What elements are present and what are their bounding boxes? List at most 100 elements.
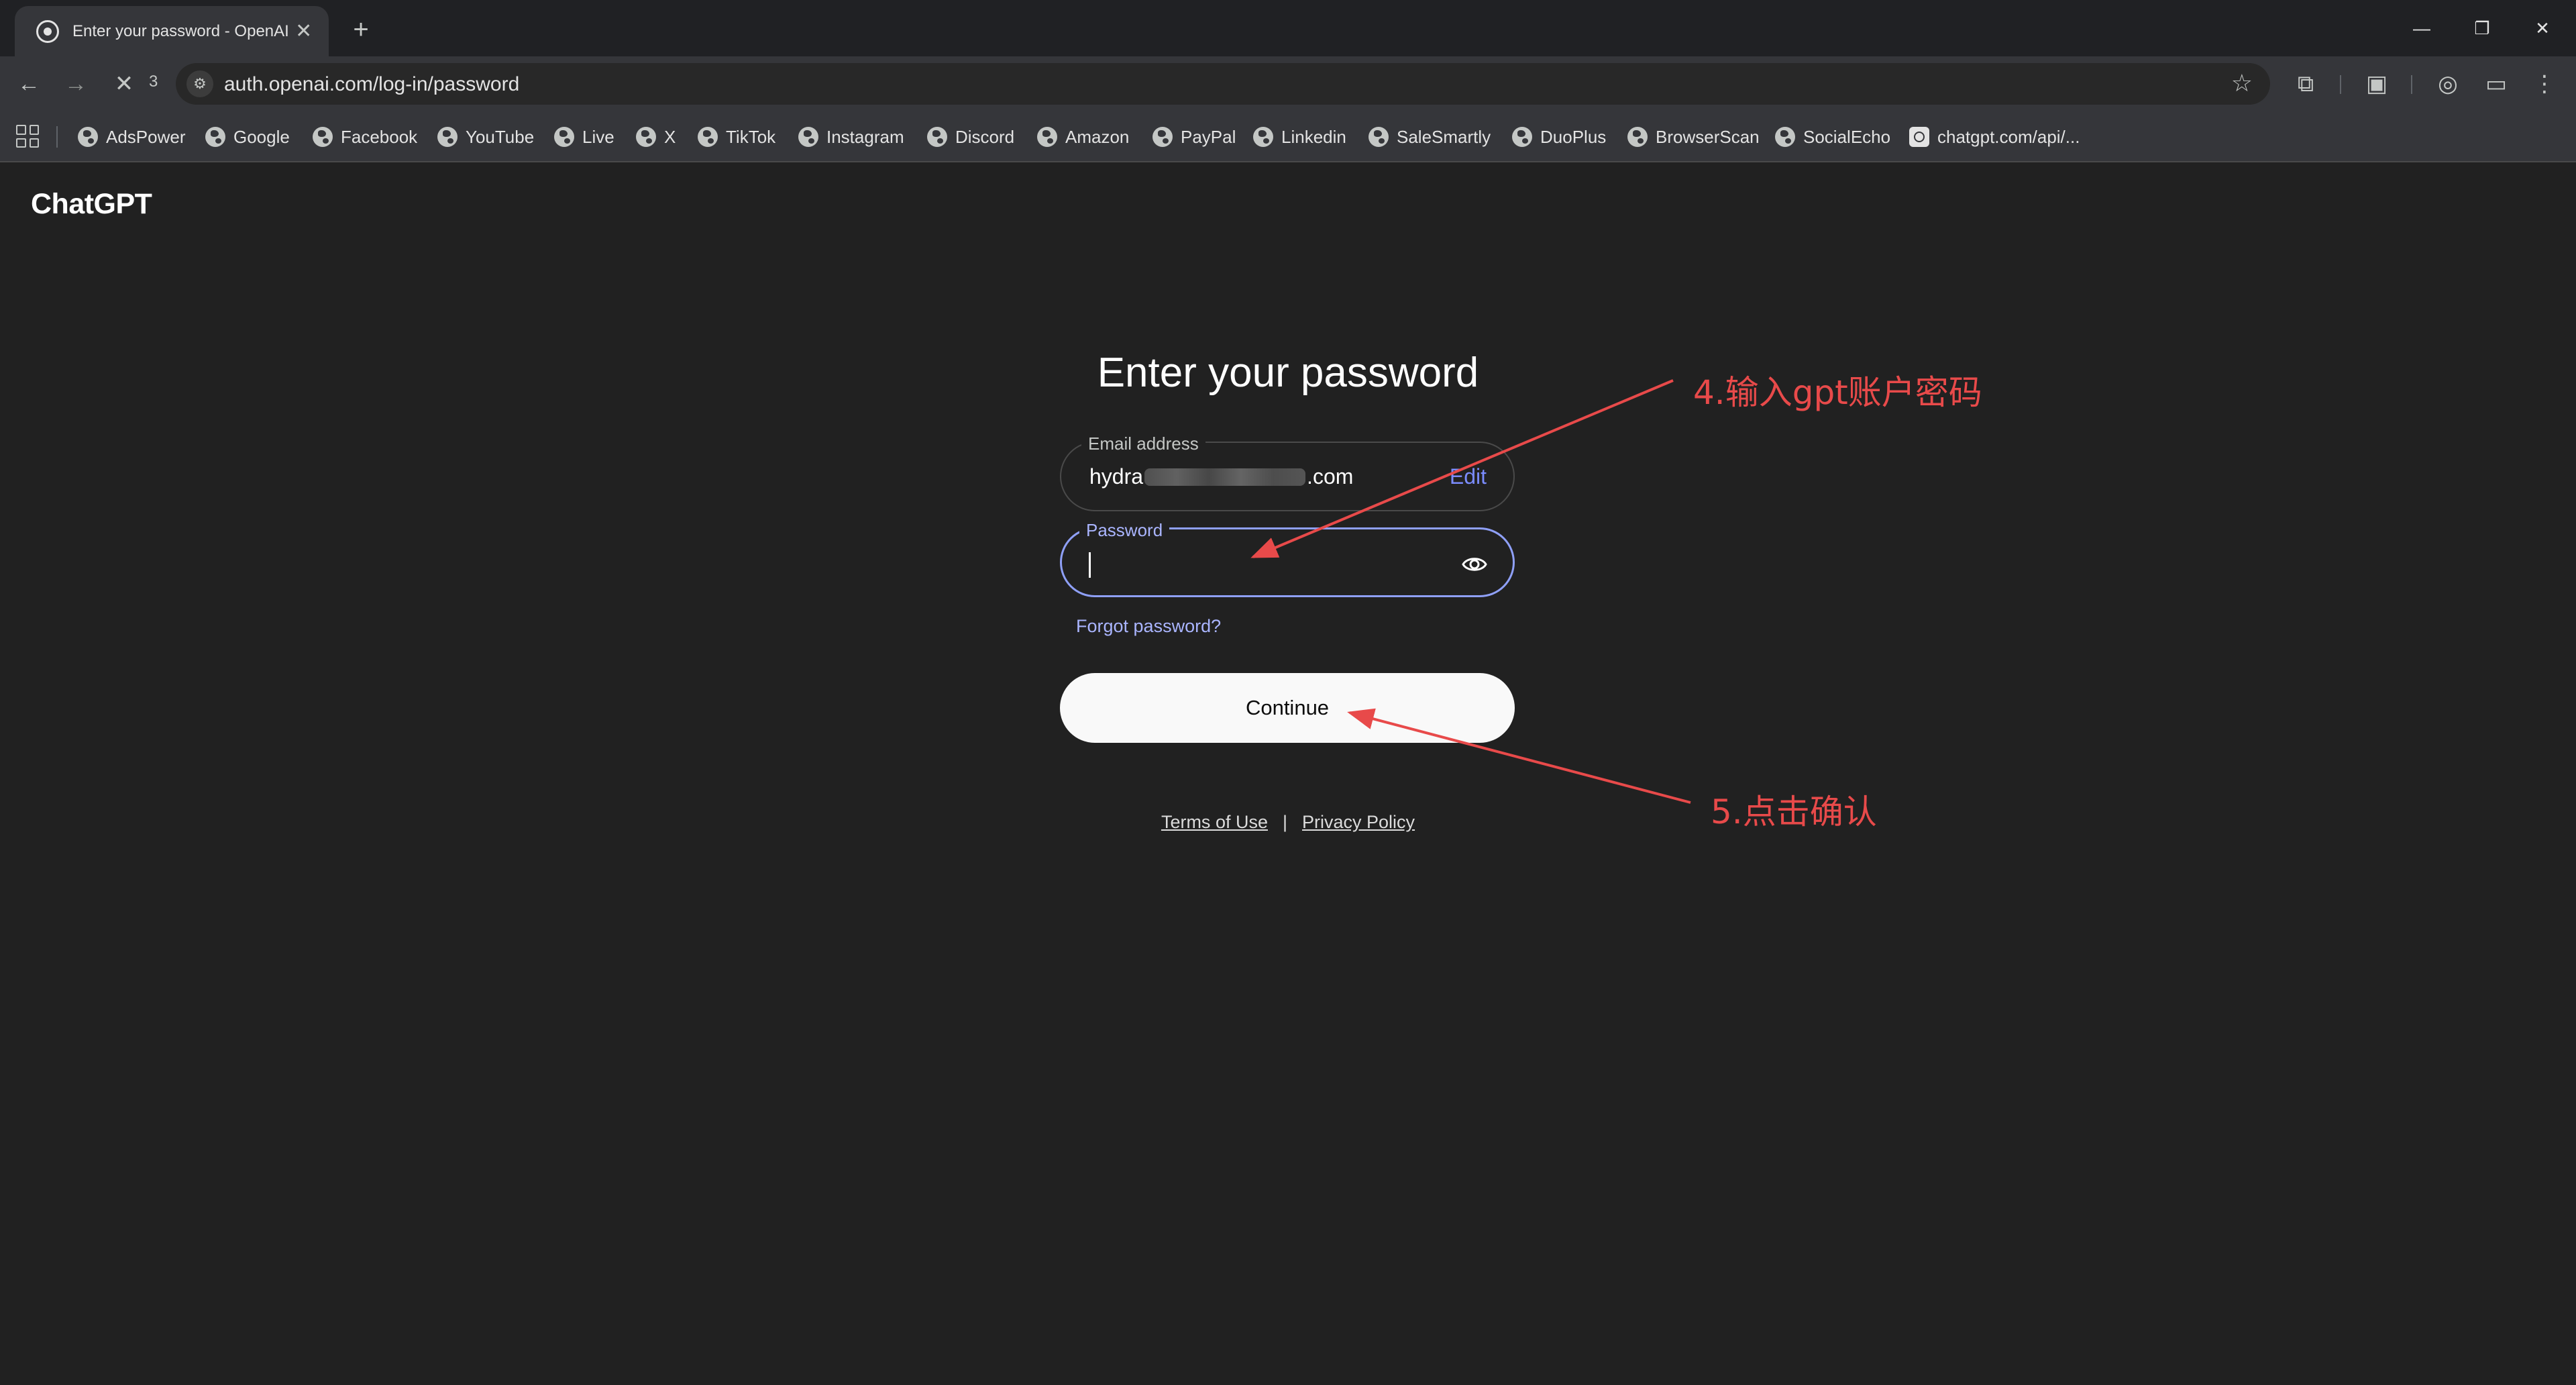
bookmark-label: DuoPlus bbox=[1540, 126, 1607, 147]
bookmark-x[interactable]: X bbox=[636, 121, 676, 153]
page-title: Enter your password bbox=[0, 349, 2576, 397]
bookmark-label: Google bbox=[233, 126, 290, 147]
extensions-icon[interactable]: ⧉ bbox=[2288, 66, 2324, 102]
bookmark-label: SocialEcho bbox=[1803, 126, 1891, 147]
chatgpt-favicon-icon bbox=[1909, 127, 1929, 147]
email-suffix: .com bbox=[1307, 464, 1354, 489]
bookmark-label: AdsPower bbox=[106, 126, 186, 147]
new-tab-icon[interactable]: + bbox=[342, 11, 380, 48]
page-title-text: Enter your password bbox=[1097, 350, 1479, 396]
footer-links: Terms of Use | Privacy Policy bbox=[0, 812, 2576, 833]
address-bar[interactable]: ⚙ auth.openai.com/log-in/password ☆ bbox=[176, 63, 2270, 105]
bookmark-label: Amazon bbox=[1065, 126, 1130, 147]
globe-icon bbox=[1152, 127, 1173, 147]
globe-icon bbox=[1368, 127, 1389, 147]
forgot-password-link[interactable]: Forgot password? bbox=[1076, 616, 1221, 637]
bookmark-socialecho[interactable]: SocialEcho bbox=[1775, 121, 1890, 153]
restore-icon[interactable]: ❐ bbox=[2455, 9, 2509, 47]
bookmark-label: Discord bbox=[955, 126, 1015, 147]
bookmark-adspower[interactable]: AdsPower bbox=[78, 121, 186, 153]
bookmark-salesmartly[interactable]: SaleSmartly bbox=[1368, 121, 1491, 153]
globe-icon bbox=[437, 127, 458, 147]
site-info-icon[interactable]: ⚙ bbox=[186, 70, 213, 97]
annotation-step-4: 4.输入gpt账户密码 bbox=[1693, 373, 1982, 412]
globe-icon bbox=[554, 127, 574, 147]
toolbar-divider bbox=[2411, 75, 2412, 94]
bookmarks-bar: AdsPower Google Facebook YouTube Live X … bbox=[0, 111, 2576, 162]
password-label: Password bbox=[1079, 520, 1170, 541]
bookmark-browserscan[interactable]: BrowserScan bbox=[1627, 121, 1760, 153]
email-value: hydra .com bbox=[1089, 464, 1353, 489]
globe-icon bbox=[1512, 127, 1532, 147]
bookmark-live[interactable]: Live bbox=[554, 121, 614, 153]
show-password-eye-icon[interactable] bbox=[1462, 552, 1487, 576]
bookmark-label: PayPal bbox=[1181, 126, 1236, 147]
globe-icon bbox=[1037, 127, 1057, 147]
openai-favicon-icon bbox=[36, 19, 59, 43]
email-label: Email address bbox=[1081, 433, 1205, 454]
globe-icon bbox=[927, 127, 947, 147]
url-text[interactable]: auth.openai.com/log-in/password bbox=[224, 73, 519, 96]
email-field: Email address hydra .com Edit bbox=[1060, 433, 1515, 511]
tab-search-icon[interactable]: ▣ bbox=[2359, 66, 2395, 102]
bookmark-label: Linkedin bbox=[1281, 126, 1346, 147]
globe-icon bbox=[1627, 127, 1648, 147]
minimize-icon[interactable]: — bbox=[2395, 9, 2449, 47]
forward-arrow-icon[interactable]: → bbox=[56, 64, 95, 103]
globe-icon bbox=[798, 127, 818, 147]
text-caret bbox=[1089, 552, 1091, 578]
bookmark-youtube[interactable]: YouTube bbox=[437, 121, 534, 153]
close-window-icon[interactable]: ✕ bbox=[2516, 9, 2569, 47]
back-arrow-icon[interactable]: ← bbox=[9, 64, 48, 103]
bookmark-duoplus[interactable]: DuoPlus bbox=[1512, 121, 1606, 153]
bookmark-label: YouTube bbox=[466, 126, 535, 147]
loading-count: 3 bbox=[149, 72, 158, 91]
terms-of-use-link[interactable]: Terms of Use bbox=[1161, 812, 1268, 832]
bookmark-label: X bbox=[664, 126, 676, 147]
toolbar-divider bbox=[2340, 75, 2341, 94]
edit-email-link[interactable]: Edit bbox=[1450, 464, 1487, 489]
bookmark-label: chatgpt.com/api/... bbox=[1937, 126, 2080, 147]
bookmark-instagram[interactable]: Instagram bbox=[798, 121, 904, 153]
browser-toolbar: ← → ✕ 3 ⚙ auth.openai.com/log-in/passwor… bbox=[0, 56, 2576, 111]
globe-icon bbox=[1775, 127, 1795, 147]
tab-strip: Enter your password - OpenAI ✕ + — ❐ ✕ bbox=[0, 0, 2576, 56]
footer-separator: | bbox=[1282, 812, 1287, 832]
bookmark-discord[interactable]: Discord bbox=[927, 121, 1014, 153]
stop-loading-icon[interactable]: ✕ bbox=[105, 64, 144, 103]
email-prefix: hydra bbox=[1089, 464, 1144, 489]
bookmark-chatgpt-api[interactable]: chatgpt.com/api/... bbox=[1909, 121, 2080, 153]
bookmark-tiktok[interactable]: TikTok bbox=[698, 121, 775, 153]
bookmark-label: TikTok bbox=[726, 126, 776, 147]
continue-button[interactable]: Continue bbox=[1060, 673, 1515, 743]
tab-title: Enter your password - OpenAI bbox=[72, 21, 289, 40]
bookmark-label: BrowserScan bbox=[1656, 126, 1760, 147]
bookmark-amazon[interactable]: Amazon bbox=[1037, 121, 1129, 153]
profile-icon[interactable]: ◎ bbox=[2430, 66, 2466, 102]
password-field[interactable]: Password bbox=[1060, 520, 1515, 597]
privacy-policy-link[interactable]: Privacy Policy bbox=[1302, 812, 1415, 832]
bookmark-label: Instagram bbox=[826, 126, 904, 147]
globe-icon bbox=[205, 127, 225, 147]
globe-icon bbox=[313, 127, 333, 147]
bookmark-paypal[interactable]: PayPal bbox=[1152, 121, 1236, 153]
bookmark-facebook[interactable]: Facebook bbox=[313, 121, 417, 153]
globe-icon bbox=[1253, 127, 1273, 147]
bookmark-linkedin[interactable]: Linkedin bbox=[1253, 121, 1346, 153]
bookmark-label: Facebook bbox=[341, 126, 418, 147]
globe-icon bbox=[636, 127, 656, 147]
bookmark-google[interactable]: Google bbox=[205, 121, 290, 153]
globe-icon bbox=[698, 127, 718, 147]
apps-grid-icon[interactable] bbox=[16, 125, 39, 148]
bookmark-label: SaleSmartly bbox=[1397, 126, 1491, 147]
redacted-blur bbox=[1144, 468, 1306, 486]
video-camera-icon[interactable]: ▭ bbox=[2478, 66, 2514, 102]
brand-logo: ChatGPT bbox=[31, 188, 152, 220]
browser-tab[interactable]: Enter your password - OpenAI ✕ bbox=[15, 6, 329, 56]
bookmark-star-icon[interactable]: ☆ bbox=[2231, 69, 2253, 97]
menu-kebab-icon[interactable]: ⋮ bbox=[2526, 66, 2563, 102]
bookmarks-divider bbox=[56, 126, 58, 148]
bookmark-label: Live bbox=[582, 126, 614, 147]
globe-icon bbox=[78, 127, 98, 147]
close-tab-icon[interactable]: ✕ bbox=[292, 19, 315, 43]
